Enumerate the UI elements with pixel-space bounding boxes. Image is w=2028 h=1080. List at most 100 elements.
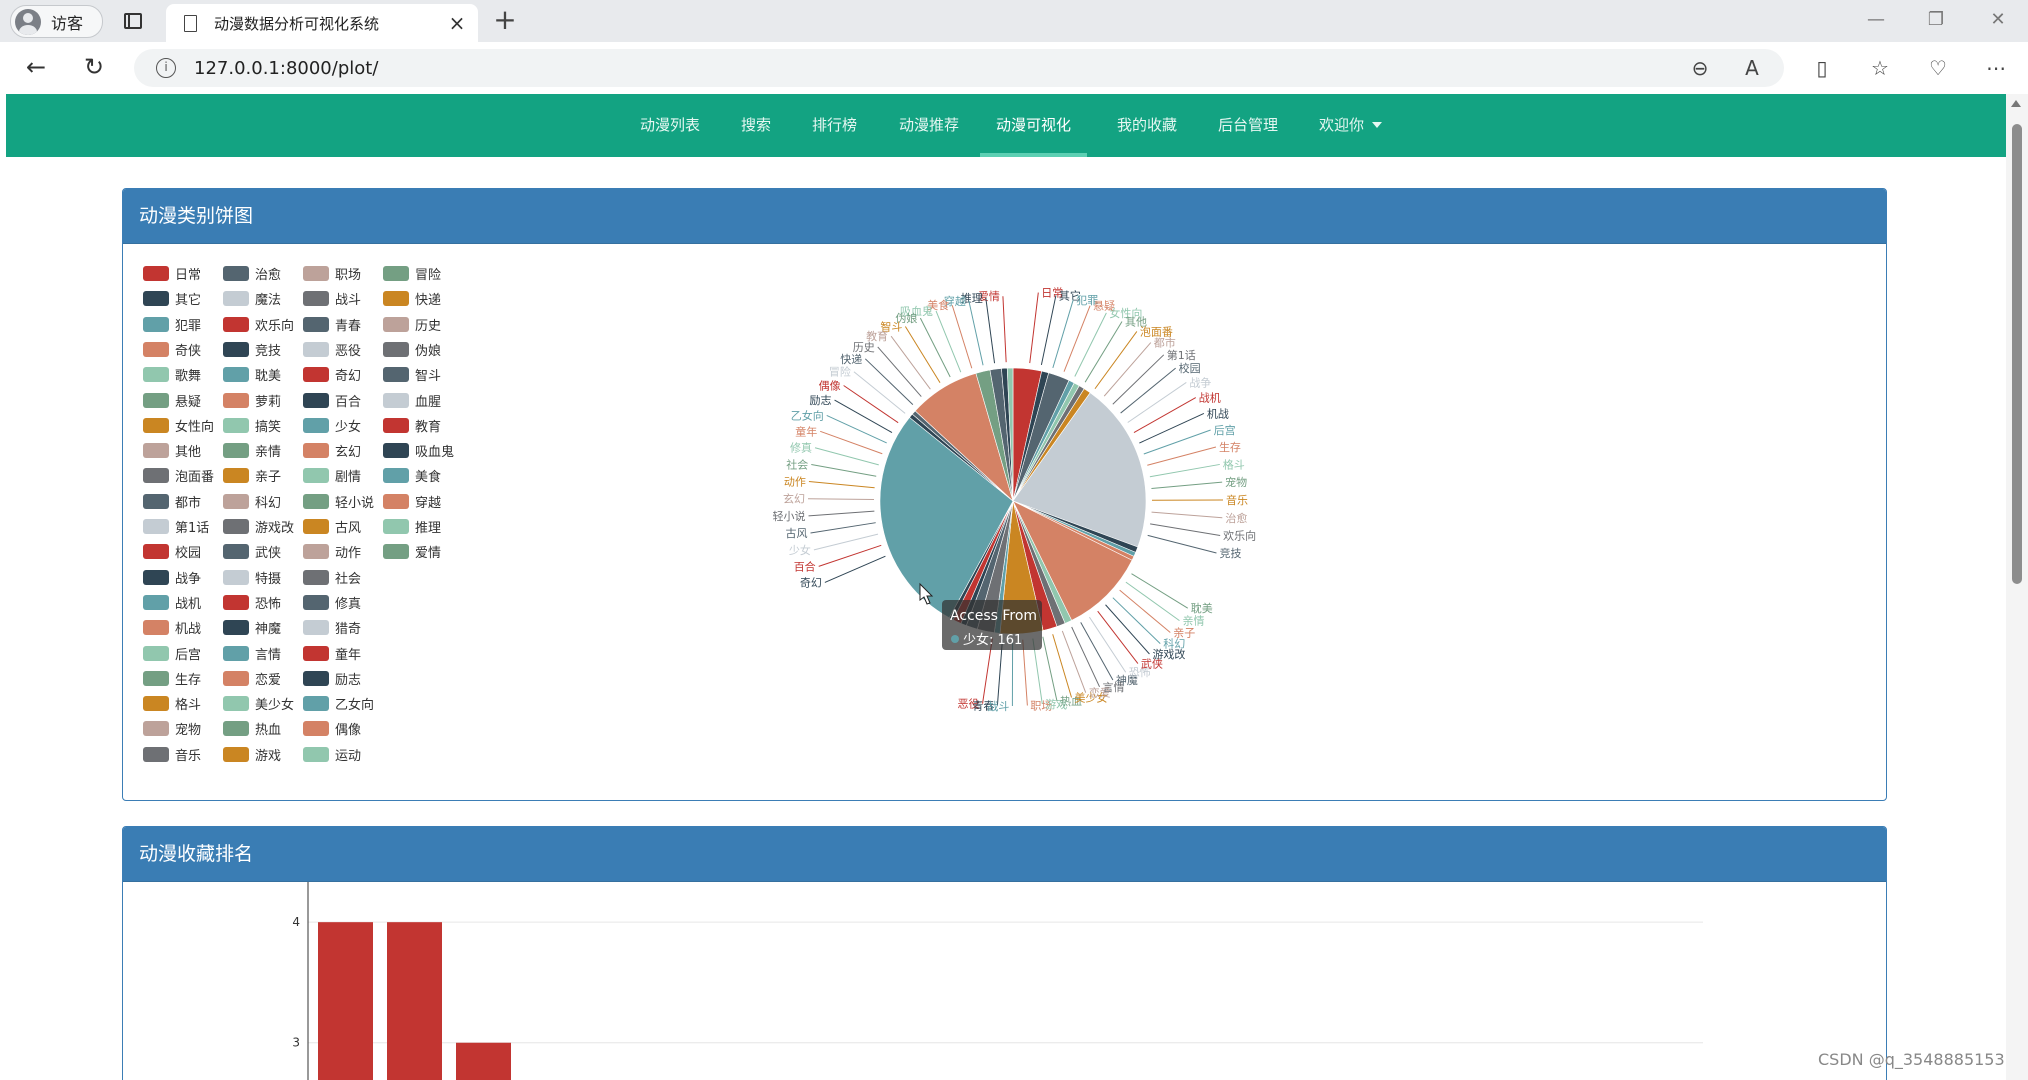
pie-leader-line bbox=[1147, 534, 1217, 554]
close-tab-icon[interactable]: × bbox=[442, 11, 472, 35]
pie-leader-line bbox=[1133, 397, 1197, 433]
pie-outer-label: 宠物 bbox=[1225, 475, 1247, 489]
address-bar[interactable]: i 127.0.0.1:8000/plot/ bbox=[134, 49, 1784, 87]
split-screen-icon[interactable]: ▯ bbox=[1806, 52, 1838, 84]
pie-outer-label: 冒险 bbox=[829, 365, 851, 379]
pie-leader-line bbox=[813, 533, 879, 551]
zoom-out-icon[interactable]: ⊖ bbox=[1684, 52, 1716, 84]
pie-chart: 日常其它犯罪悬疑女性向其他泡面番都市第1话校园战争战机机战后宫生存格斗宠物音乐治… bbox=[773, 287, 1257, 713]
pie-leader-line bbox=[808, 481, 875, 489]
nav-recommend[interactable]: 动漫推荐 bbox=[899, 94, 959, 157]
bar[interactable] bbox=[456, 1042, 511, 1080]
scroll-thumb[interactable] bbox=[2012, 124, 2022, 584]
tooltip-title: Access From bbox=[950, 608, 1037, 624]
read-aloud-icon[interactable]: A bbox=[1736, 52, 1768, 84]
pie-outer-label: 欢乐向 bbox=[1223, 528, 1256, 542]
more-icon[interactable]: ⋯ bbox=[1980, 52, 2012, 84]
pie-leader-line bbox=[1149, 463, 1220, 478]
nav-search[interactable]: 搜索 bbox=[741, 94, 771, 157]
page-scrollbar[interactable] bbox=[2006, 94, 2028, 1080]
pie-leader-line bbox=[824, 555, 886, 583]
pie-outer-label: 耽美 bbox=[1191, 601, 1213, 615]
tab-title: 动漫数据分析可视化系统 bbox=[214, 14, 380, 33]
pie-leader-line bbox=[890, 335, 931, 390]
nav-anime-list[interactable]: 动漫列表 bbox=[640, 94, 700, 157]
pie-leader-line bbox=[985, 297, 996, 364]
pie-leader-line bbox=[814, 447, 879, 466]
avatar-icon bbox=[15, 8, 41, 35]
bar-panel-title: 动漫收藏排名 bbox=[123, 827, 1886, 882]
pie-outer-label: 都市 bbox=[1154, 336, 1176, 350]
pie-outer-label: 战机 bbox=[1199, 391, 1221, 405]
bar[interactable] bbox=[318, 922, 373, 1080]
tooltip-marker bbox=[951, 635, 959, 643]
refresh-icon[interactable]: ↻ bbox=[78, 52, 110, 84]
welcome-label: 欢迎你 bbox=[1319, 116, 1365, 134]
pie-leader-line bbox=[808, 510, 875, 517]
nav-admin[interactable]: 后台管理 bbox=[1218, 94, 1278, 157]
nav-visualization[interactable]: 动漫可视化 bbox=[980, 94, 1088, 157]
pie-outer-label: 偶像 bbox=[819, 379, 841, 392]
pie-leader-line bbox=[1151, 481, 1223, 490]
pie-outer-label: 修真 bbox=[790, 441, 812, 455]
pie-leader-line bbox=[1061, 630, 1087, 693]
pie-outer-label: 社会 bbox=[786, 458, 808, 472]
browser-toolbar: ← ↻ i 127.0.0.1:8000/plot/ ⊖ A ▯ ☆ ♡ ⋯ bbox=[0, 42, 2028, 94]
pie-outer-label: 少女 bbox=[789, 543, 811, 557]
browser-essentials-icon[interactable]: ♡ bbox=[1922, 52, 1954, 84]
pie-outer-label: 励志 bbox=[810, 394, 832, 407]
pie-leader-line bbox=[919, 317, 951, 378]
pie-leader-line bbox=[1127, 382, 1187, 423]
bar-chart: 34 bbox=[292, 882, 1703, 1080]
pie-outer-label: 格斗 bbox=[1223, 457, 1245, 471]
pie-leader-line bbox=[1112, 354, 1165, 405]
pie-outer-label: 轻小说 bbox=[773, 509, 806, 523]
bar[interactable] bbox=[387, 922, 442, 1080]
nav-welcome-dropdown[interactable]: 欢迎你 bbox=[1319, 94, 1383, 157]
pie-leader-line bbox=[1002, 296, 1007, 363]
new-tab-icon[interactable]: + bbox=[490, 5, 520, 37]
nav-ranking[interactable]: 排行榜 bbox=[812, 94, 857, 157]
pie-leader-line bbox=[808, 498, 875, 500]
pie-leader-line bbox=[1131, 573, 1189, 609]
nav-favorites[interactable]: 我的收藏 bbox=[1117, 94, 1177, 157]
pie-leader-line bbox=[1151, 511, 1223, 519]
pie-outer-label: 校园 bbox=[1179, 361, 1201, 375]
pie-leader-line bbox=[1125, 581, 1180, 622]
restore-icon[interactable]: ❐ bbox=[1922, 9, 1950, 30]
pie-leader-line bbox=[820, 430, 883, 455]
pie-panel: 动漫类别饼图 日常 其它 犯罪 奇侠 歌舞 悬疑 女性向 其他 泡面番 都市 第1话 校园 战争 战机 机战… bbox=[122, 188, 1887, 801]
pie-leader-line bbox=[1029, 292, 1039, 364]
pie-outer-label: 战斗 bbox=[987, 700, 1009, 713]
pie-leader-line bbox=[1074, 312, 1107, 377]
minimize-icon[interactable]: — bbox=[1862, 9, 1890, 30]
pie-outer-label: 后宫 bbox=[1214, 423, 1236, 437]
pie-leader-line bbox=[811, 464, 877, 477]
pie-outer-label: 百合 bbox=[794, 559, 816, 573]
site-navbar: 动漫列表 搜索 排行榜 动漫推荐 动漫可视化 我的收藏 后台管理 欢迎你 bbox=[6, 94, 2006, 157]
pie-leader-line bbox=[968, 300, 984, 366]
pie-leader-line bbox=[877, 346, 922, 397]
pie-tooltip: Access From 少女: 161 bbox=[942, 600, 1042, 650]
pie-leader-line bbox=[1052, 634, 1073, 698]
pie-leader-line bbox=[1120, 367, 1176, 414]
pie-leader-line bbox=[1094, 331, 1138, 390]
browser-tab[interactable]: 动漫数据分析可视化系统 × bbox=[166, 4, 478, 42]
info-icon[interactable]: i bbox=[156, 58, 176, 78]
tab-actions-icon[interactable] bbox=[124, 13, 142, 29]
pie-leader-line bbox=[810, 522, 876, 534]
page-icon bbox=[184, 14, 197, 32]
back-icon[interactable]: ← bbox=[20, 52, 52, 84]
scroll-up-icon[interactable] bbox=[2011, 100, 2021, 107]
pie-leader-line bbox=[1063, 305, 1091, 372]
pie-leader-line bbox=[904, 326, 941, 383]
pie-outer-label: 机战 bbox=[1207, 406, 1229, 420]
pie-outer-label: 乙女向 bbox=[791, 408, 824, 422]
tooltip-text: 少女: 161 bbox=[963, 632, 1022, 648]
pie-outer-label: 动作 bbox=[784, 476, 806, 489]
pie-leader-line bbox=[1150, 523, 1221, 536]
pie-leader-line bbox=[826, 414, 887, 444]
favorites-icon[interactable]: ☆ bbox=[1864, 52, 1896, 84]
close-window-icon[interactable]: ✕ bbox=[1984, 9, 2012, 30]
profile-button[interactable]: 访客 bbox=[10, 5, 103, 38]
